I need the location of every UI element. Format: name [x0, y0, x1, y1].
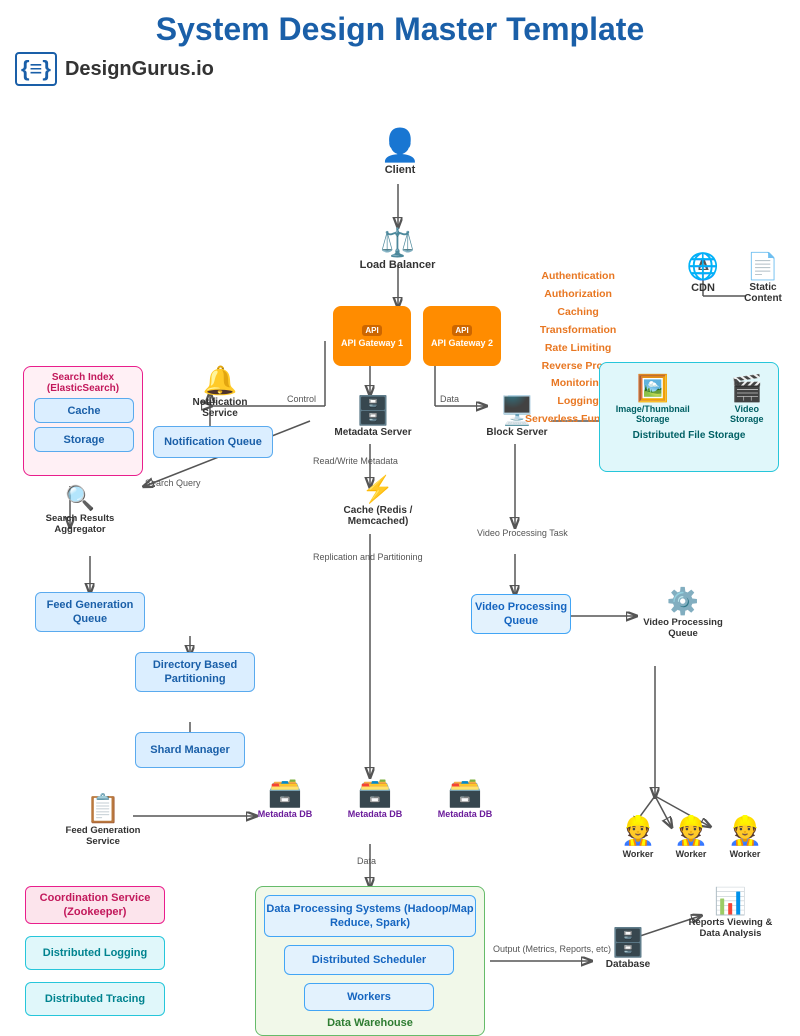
- search-query-label: Search Query: [145, 478, 201, 488]
- notification-service-label: Notification Service: [175, 397, 265, 419]
- coord-service-box: Coordination Service (Zookeeper): [25, 886, 165, 924]
- notification-queue-box: Notification Queue: [153, 426, 273, 458]
- reports-label: Reports Viewing & Data Analysis: [683, 917, 778, 939]
- dist-scheduler-box: Distributed Scheduler: [284, 945, 454, 975]
- load-balancer-node: ⚖️ Load Balancer: [355, 226, 440, 271]
- data-processing-box: Data Processing Systems (Hadoop/Map Redu…: [264, 895, 476, 937]
- video-storage-label: Video Storage: [721, 404, 773, 424]
- static-content-node: 📄 Static Content: [733, 251, 793, 304]
- block-server-label: Block Server: [486, 427, 547, 438]
- video-processing-queue-box: Video Processing Queue: [471, 594, 571, 634]
- client-label: Client: [385, 164, 416, 176]
- metadata-db2-node: 🗃️ Metadata DB: [340, 776, 410, 819]
- database-label: Database: [606, 959, 650, 970]
- vp-queue-icon-label: Video Processing Queue: [633, 617, 733, 639]
- cdn-label: CDN: [691, 282, 715, 294]
- feed-gen-service-node: 📋 Feed Generation Service: [59, 792, 147, 847]
- api-gateway-1-node: API API Gateway 1: [333, 306, 411, 366]
- metadata-db3-label: Metadata DB: [438, 809, 493, 819]
- search-index-label: Search Index (ElasticSearch): [24, 367, 142, 398]
- coord-service-label: Coordination Service (Zookeeper): [26, 891, 164, 920]
- search-index-box: Search Index (ElasticSearch) Cache Stora…: [23, 366, 143, 476]
- api-gateway-2-node: API API Gateway 2: [423, 306, 501, 366]
- static-content-label: Static Content: [733, 282, 793, 304]
- dw-workers-box: Workers: [304, 983, 434, 1011]
- dist-tracing-box: Distributed Tracing: [25, 982, 165, 1016]
- vp-queue-label: Video Processing Queue: [472, 600, 570, 629]
- search-results-label: Search Results Aggregator: [35, 513, 125, 535]
- dist-tracing-label: Distributed Tracing: [45, 992, 145, 1006]
- data-processing-label: Data Processing Systems (Hadoop/Map Redu…: [265, 902, 475, 931]
- worker2-label: Worker: [676, 849, 707, 859]
- reports-node: 📊 Reports Viewing & Data Analysis: [683, 886, 778, 939]
- feed-gen-queue-box: Feed Generation Queue: [35, 592, 145, 632]
- block-server-node: 🖥️ Block Server: [477, 394, 557, 438]
- load-balancer-label: Load Balancer: [360, 259, 436, 271]
- data-label: Data: [440, 394, 459, 404]
- worker1-label: Worker: [623, 849, 654, 859]
- cache-inner-box: Cache: [34, 398, 134, 423]
- worker2-node: 👷 Worker: [666, 814, 716, 859]
- worker3-node: 👷 Worker: [720, 814, 770, 859]
- worker3-label: Worker: [730, 849, 761, 859]
- metadata-db1-label: Metadata DB: [258, 809, 313, 819]
- metadata-server-node: 🗄️ Metadata Server: [333, 394, 413, 438]
- metadata-server-label: Metadata Server: [334, 427, 411, 438]
- video-storage-node: 🎬 Video Storage: [721, 373, 773, 424]
- notification-service-node: 🔔 Notification Service: [175, 364, 265, 419]
- replication-label: Replication and Partitioning: [313, 552, 423, 562]
- vp-task-label: Video Processing Task: [477, 528, 568, 538]
- metadata-db2-label: Metadata DB: [348, 809, 403, 819]
- feed-gen-service-label: Feed Generation Service: [59, 825, 147, 847]
- storage-inner-label: Storage: [64, 433, 105, 447]
- feed-gen-queue-label: Feed Generation Queue: [36, 598, 144, 627]
- cache-redis-label: Cache (Redis / Memcached): [333, 505, 423, 527]
- shard-manager-box: Shard Manager: [135, 732, 245, 768]
- data-warehouse-box: Data Processing Systems (Hadoop/Map Redu…: [255, 886, 485, 1036]
- data-arrow-label: Data: [357, 856, 376, 866]
- client-node: 👤 Client: [370, 126, 430, 176]
- notification-queue-label: Notification Queue: [164, 435, 262, 449]
- dist-file-storage-box: 🖼️ Image/Thumbnail Storage 🎬 Video Stora…: [599, 362, 779, 472]
- storage-inner-box: Storage: [34, 427, 134, 452]
- search-results-node: 🔍 Search Results Aggregator: [35, 484, 125, 535]
- image-storage-node: 🖼️ Image/Thumbnail Storage: [605, 373, 701, 424]
- image-storage-label: Image/Thumbnail Storage: [605, 404, 701, 424]
- shard-manager-label: Shard Manager: [150, 743, 229, 757]
- page-title: System Design Master Template: [15, 10, 785, 48]
- dist-logging-label: Distributed Logging: [43, 946, 147, 960]
- logo-text: DesignGurus.io: [65, 58, 214, 81]
- dist-scheduler-label: Distributed Scheduler: [312, 953, 426, 967]
- dw-workers-label: Workers: [347, 990, 391, 1004]
- dist-file-storage-label: Distributed File Storage: [600, 426, 778, 441]
- metadata-db3-node: 🗃️ Metadata DB: [430, 776, 500, 819]
- database-node: 🗄️ Database: [593, 926, 663, 970]
- vp-queue-icon-node: ⚙️ Video Processing Queue: [633, 586, 733, 639]
- cdn-node: 🌐 CDN: [673, 251, 733, 294]
- metadata-db1-node: 🗃️ Metadata DB: [250, 776, 320, 819]
- api-gw2-label: API Gateway 2: [431, 338, 493, 348]
- worker1-node: 👷 Worker: [613, 814, 663, 859]
- dist-logging-box: Distributed Logging: [25, 936, 165, 970]
- logo-icon: {≡}: [15, 52, 57, 86]
- cache-redis-node: ⚡ Cache (Redis / Memcached): [333, 474, 423, 527]
- dir-partitioning-label: Directory Based Partitioning: [136, 658, 254, 687]
- control-label: Control: [287, 394, 316, 404]
- cache-inner-label: Cache: [67, 404, 100, 418]
- api-gw1-label: API Gateway 1: [341, 338, 403, 348]
- read-write-metadata-label: Read/Write Metadata: [313, 456, 398, 466]
- dir-partitioning-box: Directory Based Partitioning: [135, 652, 255, 692]
- data-warehouse-label: Data Warehouse: [256, 1017, 484, 1029]
